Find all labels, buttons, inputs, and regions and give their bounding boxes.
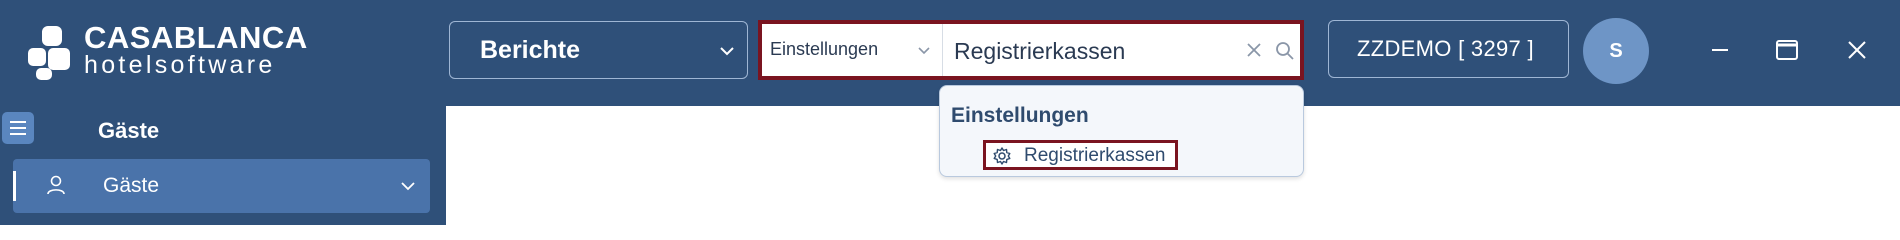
user-icon bbox=[47, 175, 65, 195]
client-label: ZZDEMO [ 3297 ] bbox=[1357, 36, 1534, 61]
search-scope-select[interactable]: Einstellungen bbox=[762, 24, 943, 76]
menu-toggle-button[interactable] bbox=[2, 112, 34, 144]
clear-icon[interactable] bbox=[1244, 40, 1264, 60]
active-indicator bbox=[13, 171, 16, 201]
client-button[interactable]: ZZDEMO [ 3297 ] bbox=[1328, 20, 1569, 78]
module-select[interactable]: Berichte bbox=[449, 21, 748, 79]
logo-brand-subtitle: hotelsoftware bbox=[84, 51, 276, 79]
search-input[interactable] bbox=[952, 30, 1236, 72]
user-avatar[interactable]: S bbox=[1583, 18, 1649, 84]
minimize-icon[interactable] bbox=[1706, 36, 1734, 64]
sidebar-item-gaeste[interactable]: Gäste bbox=[13, 159, 430, 213]
module-select-value: Berichte bbox=[480, 36, 581, 64]
chevron-down-icon bbox=[401, 182, 415, 191]
search-scope-value: Einstellungen bbox=[770, 39, 879, 59]
maximize-icon[interactable] bbox=[1773, 36, 1801, 64]
search-results-dropdown: Einstellungen Registrierkassen bbox=[939, 85, 1304, 177]
casablanca-logo: CASABLANCA hotelsoftware bbox=[28, 20, 308, 82]
sidebar-item-label: Gäste bbox=[103, 174, 160, 197]
results-group-title: Einstellungen bbox=[951, 104, 1089, 127]
close-icon[interactable] bbox=[1843, 36, 1871, 64]
chevron-down-icon bbox=[918, 47, 930, 55]
search-result-item[interactable]: Registrierkassen bbox=[983, 140, 1178, 170]
logo-mark-icon bbox=[28, 26, 74, 80]
gear-icon bbox=[993, 147, 1011, 165]
search-icon[interactable] bbox=[1274, 40, 1296, 62]
sidebar-section-title: Gäste bbox=[98, 118, 160, 143]
global-search: Einstellungen bbox=[758, 20, 1304, 80]
chevron-down-icon bbox=[720, 47, 734, 56]
search-result-label: Registrierkassen bbox=[1024, 145, 1166, 166]
